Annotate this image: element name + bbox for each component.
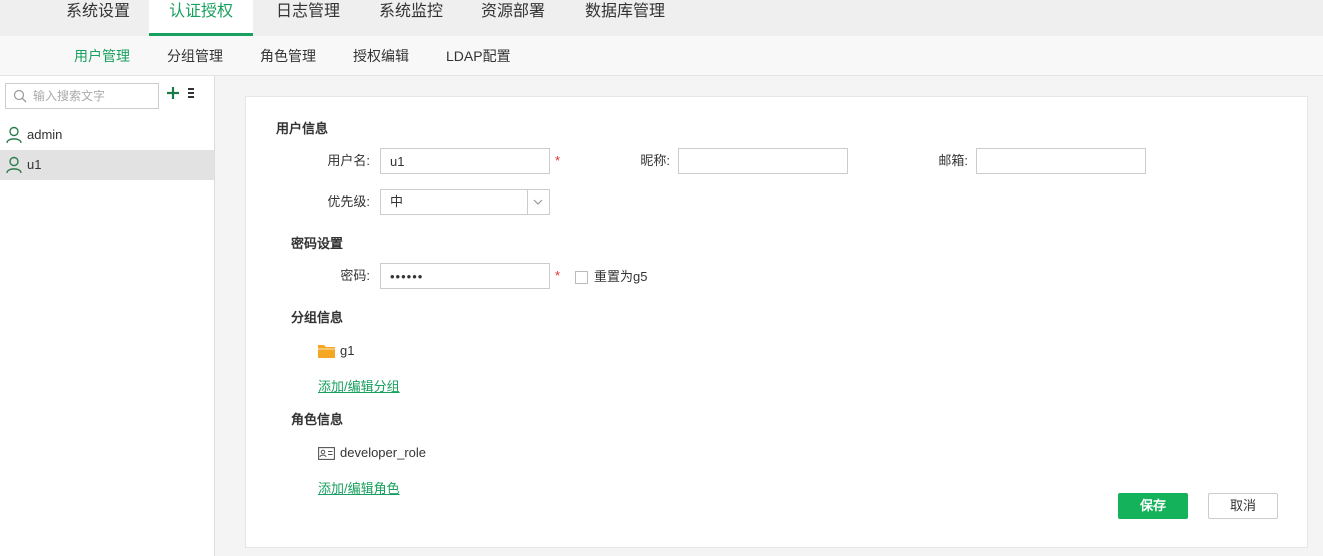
add-user-icon[interactable]: [166, 86, 180, 100]
sub-navigation: 用户管理 分组管理 角色管理 授权编辑 LDAP配置: [0, 36, 1323, 76]
nickname-label: 昵称:: [640, 153, 670, 168]
role-section-title: 角色信息: [291, 412, 344, 427]
user-item-u1[interactable]: u1: [0, 150, 214, 180]
user-name: admin: [27, 127, 63, 142]
tab-resource-deploy[interactable]: 资源部署: [467, 0, 559, 36]
user-list-panel: admin u1: [0, 76, 215, 556]
group-item: g1: [340, 343, 355, 358]
user-name: u1: [27, 157, 42, 172]
required-mark: *: [555, 268, 561, 283]
username-label: 用户名:: [327, 153, 370, 168]
tab-auth[interactable]: 认证授权: [149, 0, 253, 36]
edit-roles-link[interactable]: 添加/编辑角色: [318, 478, 400, 497]
user-detail-form: 用户信息 用户名: * 昵称: 邮箱: 优先级: 中 密码设置 密码: * 重置…: [245, 96, 1308, 548]
top-navigation: 系统设置 认证授权 日志管理 系统监控 资源部署 数据库管理: [0, 0, 1323, 36]
more-menu-icon[interactable]: [188, 88, 196, 102]
subtab-ldap-config[interactable]: LDAP配置: [446, 36, 511, 76]
tab-log-management[interactable]: 日志管理: [262, 0, 354, 36]
email-input[interactable]: [976, 148, 1146, 174]
edit-groups-link[interactable]: 添加/编辑分组: [318, 376, 400, 395]
chevron-down-icon: [533, 199, 543, 205]
tab-system-settings[interactable]: 系统设置: [52, 0, 144, 36]
user-item-admin[interactable]: admin: [0, 120, 214, 150]
reset-password-label: 重置为g5: [594, 269, 648, 284]
group-section-title: 分组信息: [291, 310, 344, 325]
role-item: developer_role: [340, 445, 427, 460]
subtab-auth-edit[interactable]: 授权编辑: [353, 36, 409, 76]
user-icon: [6, 156, 22, 174]
nickname-input[interactable]: [678, 148, 848, 174]
save-button[interactable]: 保存: [1118, 493, 1188, 519]
search-input[interactable]: [33, 86, 153, 106]
tab-system-monitor[interactable]: 系统监控: [365, 0, 457, 36]
cancel-button[interactable]: 取消: [1208, 493, 1278, 519]
subtab-group-management[interactable]: 分组管理: [167, 36, 223, 76]
password-section-title: 密码设置: [291, 236, 344, 251]
username-input[interactable]: [380, 148, 550, 174]
priority-label: 优先级:: [327, 194, 370, 209]
select-divider: [527, 190, 528, 214]
password-label: 密码:: [340, 268, 370, 283]
password-input[interactable]: [380, 263, 550, 289]
tab-database-management[interactable]: 数据库管理: [575, 0, 675, 36]
reset-password-checkbox[interactable]: [575, 271, 588, 284]
priority-select[interactable]: 中: [380, 189, 550, 215]
priority-value: 中: [390, 194, 404, 209]
id-card-icon: [318, 447, 335, 460]
search-box: [5, 83, 159, 109]
user-icon: [6, 126, 22, 144]
subtab-user-management[interactable]: 用户管理: [74, 36, 130, 76]
search-icon: [13, 89, 27, 103]
folder-icon: [318, 345, 335, 358]
email-label: 邮箱:: [938, 153, 968, 168]
required-mark: *: [555, 153, 561, 168]
subtab-role-management[interactable]: 角色管理: [260, 36, 316, 76]
user-info-title: 用户信息: [276, 121, 329, 136]
